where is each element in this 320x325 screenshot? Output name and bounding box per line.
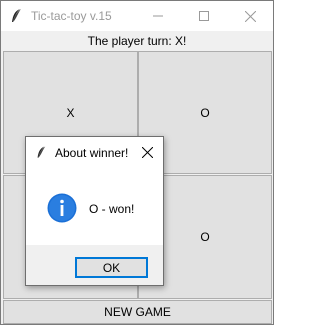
minimize-button[interactable] (135, 1, 181, 31)
turn-status-label: The player turn: X! (87, 34, 187, 48)
close-icon (244, 10, 256, 22)
dialog-close-button[interactable] (137, 142, 157, 162)
dialog-title: About winner! (55, 146, 129, 160)
dialog-title-bar: About winner! (26, 137, 163, 167)
close-icon (141, 146, 153, 158)
title-bar: Tic-tac-toy v.15 (1, 1, 273, 31)
feather-icon (12, 9, 21, 22)
info-icon (47, 193, 77, 223)
close-button[interactable] (227, 1, 273, 31)
minimize-icon (153, 15, 163, 17)
feather-icon (37, 146, 46, 158)
window-title: Tic-tac-toy v.15 (31, 9, 112, 23)
dialog-body: O - won! (26, 167, 163, 245)
dialog-footer: OK (26, 245, 163, 285)
new-game-button[interactable]: NEW GAME (3, 300, 272, 324)
maximize-icon (199, 11, 209, 21)
dialog-message: O - won! (89, 202, 135, 216)
ok-button[interactable]: OK (75, 257, 148, 278)
winner-dialog: About winner! O - won! OK (25, 136, 164, 286)
maximize-button[interactable] (181, 1, 227, 31)
